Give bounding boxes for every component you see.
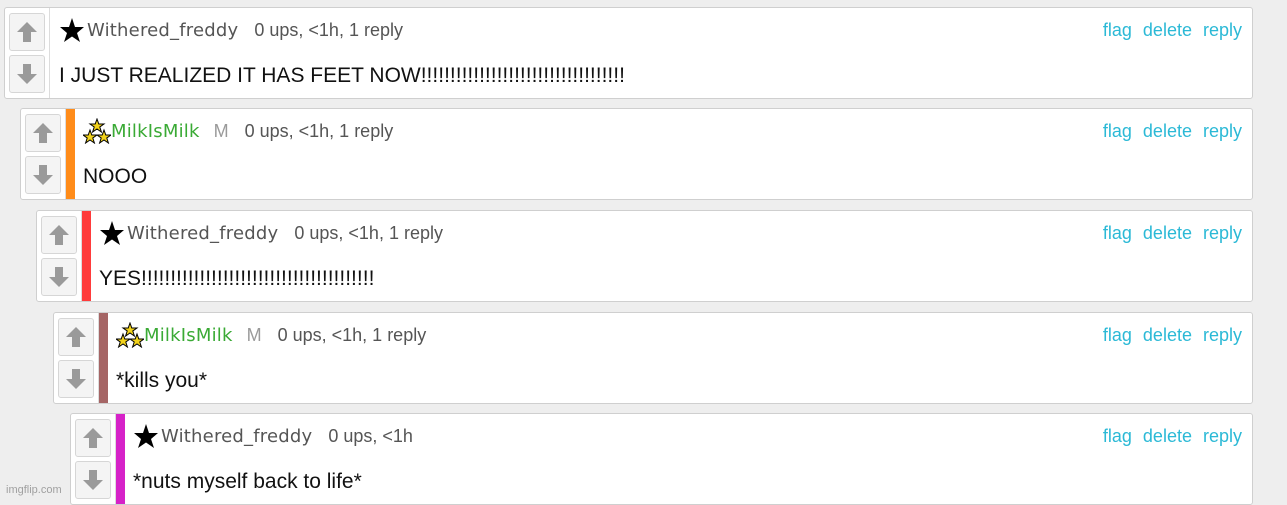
comment-actions: flag delete reply <box>1097 121 1242 142</box>
reply-link[interactable]: reply <box>1203 223 1242 243</box>
delete-link[interactable]: delete <box>1143 20 1192 40</box>
comment-actions: flag delete reply <box>1097 223 1242 244</box>
reply-depth-bar <box>116 414 125 504</box>
flag-link[interactable]: flag <box>1103 325 1132 345</box>
flag-link[interactable]: flag <box>1103 426 1132 446</box>
comment-actions: flag delete reply <box>1097 325 1242 346</box>
comment-header: MilkIsMilk M 0 ups, <1h, 1 reply <box>83 118 394 144</box>
comment-text: *kills you* <box>116 369 208 392</box>
upvote-button[interactable] <box>41 216 77 254</box>
downvote-button[interactable] <box>9 55 45 93</box>
reply-depth-bar <box>66 109 75 199</box>
comment: Withered_freddy 0 ups, <1h, 1 reply flag… <box>36 210 1253 302</box>
comment-text: *nuts myself back to life* <box>133 470 362 493</box>
flag-link[interactable]: flag <box>1103 20 1132 40</box>
vote-column <box>21 109 66 199</box>
triple-star-icon <box>116 322 144 348</box>
downvote-button[interactable] <box>75 461 111 499</box>
username-link[interactable]: MilkIsMilk <box>111 121 200 142</box>
up-arrow-icon <box>49 225 69 245</box>
up-arrow-icon <box>17 22 37 42</box>
comment-meta: 0 ups, <1h <box>328 425 413 446</box>
downvote-button[interactable] <box>41 258 77 296</box>
comment: MilkIsMilk M 0 ups, <1h, 1 reply flag de… <box>53 312 1253 404</box>
reply-link[interactable]: reply <box>1203 20 1242 40</box>
comment-meta: 0 ups, <1h, 1 reply <box>277 324 427 345</box>
comment: MilkIsMilk M 0 ups, <1h, 1 reply flag de… <box>20 108 1253 200</box>
comment-header: Withered_freddy 0 ups, <1h <box>133 424 413 448</box>
comment-header: MilkIsMilk M 0 ups, <1h, 1 reply <box>116 322 427 348</box>
username-link[interactable]: Withered_freddy <box>161 426 312 447</box>
triple-star-icon <box>83 118 111 144</box>
delete-link[interactable]: delete <box>1143 426 1192 446</box>
flag-link[interactable]: flag <box>1103 223 1132 243</box>
comment-header: Withered_freddy 0 ups, <1h, 1 reply <box>99 221 443 245</box>
username-link[interactable]: Withered_freddy <box>87 20 238 41</box>
upvote-button[interactable] <box>25 114 61 152</box>
downvote-button[interactable] <box>25 156 61 194</box>
comment-text: YES!!!!!!!!!!!!!!!!!!!!!!!!!!!!!!!!!!!!!… <box>99 267 375 290</box>
vote-column <box>37 211 82 301</box>
comment: Withered_freddy 0 ups, <1h, 1 reply flag… <box>4 7 1253 99</box>
comment-text: I JUST REALIZED IT HAS FEET NOW!!!!!!!!!… <box>59 64 625 87</box>
comment: Withered_freddy 0 ups, <1h flag delete r… <box>70 413 1253 505</box>
down-arrow-icon <box>49 267 69 287</box>
up-arrow-icon <box>66 327 86 347</box>
comment-meta: 0 ups, <1h, 1 reply <box>244 120 394 141</box>
black-star-icon <box>133 424 161 448</box>
black-star-icon <box>59 18 87 42</box>
username-link[interactable]: Withered_freddy <box>127 223 278 244</box>
vote-column <box>71 414 116 504</box>
mod-badge: M <box>213 120 229 141</box>
mod-badge: M <box>246 324 262 345</box>
delete-link[interactable]: delete <box>1143 223 1192 243</box>
black-star-icon <box>99 221 127 245</box>
reply-depth-bar <box>82 211 91 301</box>
username-link[interactable]: MilkIsMilk <box>144 325 233 346</box>
flag-link[interactable]: flag <box>1103 121 1132 141</box>
down-arrow-icon <box>17 64 37 84</box>
comment-text: NOOO <box>83 165 148 188</box>
reply-link[interactable]: reply <box>1203 426 1242 446</box>
up-arrow-icon <box>33 123 53 143</box>
comment-actions: flag delete reply <box>1097 426 1242 447</box>
up-arrow-icon <box>83 428 103 448</box>
reply-link[interactable]: reply <box>1203 121 1242 141</box>
delete-link[interactable]: delete <box>1143 325 1192 345</box>
upvote-button[interactable] <box>58 318 94 356</box>
vote-column <box>5 8 50 98</box>
reply-depth-bar <box>99 313 108 403</box>
upvote-button[interactable] <box>9 13 45 51</box>
watermark: imgflip.com <box>6 484 62 496</box>
comment-meta: 0 ups, <1h, 1 reply <box>294 222 443 243</box>
delete-link[interactable]: delete <box>1143 121 1192 141</box>
comment-meta: 0 ups, <1h, 1 reply <box>254 19 403 40</box>
comment-header: Withered_freddy 0 ups, <1h, 1 reply <box>59 18 403 42</box>
comment-actions: flag delete reply <box>1097 20 1242 41</box>
reply-link[interactable]: reply <box>1203 325 1242 345</box>
down-arrow-icon <box>33 165 53 185</box>
down-arrow-icon <box>83 470 103 490</box>
upvote-button[interactable] <box>75 419 111 457</box>
down-arrow-icon <box>66 369 86 389</box>
vote-column <box>54 313 99 403</box>
downvote-button[interactable] <box>58 360 94 398</box>
